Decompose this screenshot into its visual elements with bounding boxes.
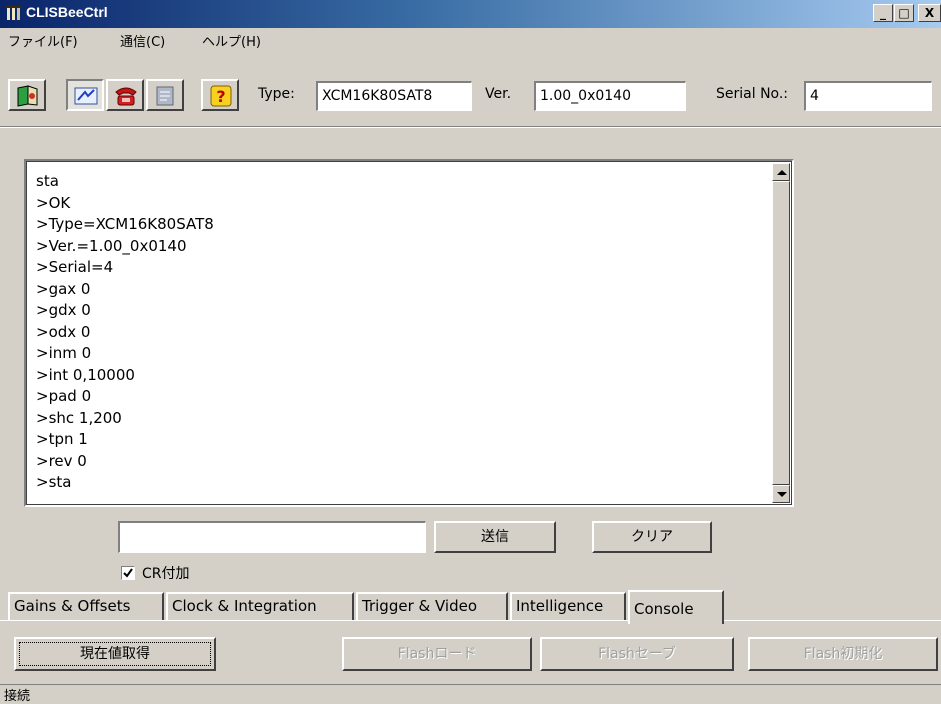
send-button[interactable]: 送信 (434, 521, 556, 553)
scroll-thumb[interactable] (772, 181, 790, 485)
document-icon (156, 86, 174, 106)
toolbar-divider (0, 126, 941, 128)
app-icon (6, 6, 22, 20)
checkmark-icon (123, 568, 133, 578)
scroll-up-button[interactable] (772, 163, 790, 181)
console-line: >Serial=4 (36, 258, 114, 276)
flash-save-button[interactable]: Flashセーブ (540, 637, 734, 671)
tab-clock-integration[interactable]: Clock & Integration (166, 592, 354, 620)
serial-field[interactable]: 4 (804, 81, 932, 111)
scroll-down-button[interactable] (772, 485, 790, 503)
tab-baseline (0, 620, 941, 622)
arrow-up-icon (777, 170, 787, 175)
console-line: >int 0,10000 (36, 365, 135, 384)
help-icon: ? (210, 85, 232, 107)
flash-init-button[interactable]: Flash初期化 (748, 637, 938, 671)
console-line: >odx 0 (36, 322, 91, 341)
tab-trigger-video[interactable]: Trigger & Video (356, 592, 508, 620)
document-button[interactable] (146, 79, 184, 111)
console-line: >tpn 1 (36, 430, 88, 448)
tab-intelligence[interactable]: Intelligence (510, 592, 626, 620)
close-button[interactable]: X (918, 4, 941, 22)
cr-checkbox[interactable] (121, 566, 135, 580)
connect-icon (17, 85, 38, 107)
console-lines: sta >OK >Type=XCM16K80SAT8 >Ver.=1.00_0x014… (36, 171, 214, 494)
help-button[interactable]: ? (201, 79, 239, 111)
console-line: >sta (36, 473, 72, 491)
cr-label: CR付加 (142, 566, 190, 582)
status-text: 接続 (4, 689, 31, 704)
console-scrollbar[interactable] (772, 163, 790, 503)
window-title: CLISBeeCtrl (26, 4, 108, 20)
clear-button[interactable]: クリア (592, 521, 712, 553)
console-output[interactable]: sta >OK >Type=XCM16K80SAT8 >Ver.=1.00_0x014… (24, 159, 794, 507)
flash-load-button[interactable]: Flashロード (342, 637, 532, 671)
version-field[interactable]: 1.00_0x0140 (534, 81, 686, 111)
toolbar: ? Type: XCM16K80SAT8 Ver. 1.00_0x0140 Se… (0, 72, 941, 118)
console-line: >inm 0 (36, 344, 92, 362)
phone-icon (115, 87, 137, 106)
status-bar: 接続 (0, 684, 941, 704)
menu-communication[interactable]: 通信(C) (120, 31, 165, 50)
console-line: >gax 0 (36, 279, 91, 298)
console-line: sta (36, 172, 59, 190)
version-label: Ver. (485, 86, 512, 102)
port-icon (74, 87, 98, 105)
console-line: >Type=XCM16K80SAT8 (36, 215, 214, 233)
svg-text:?: ? (216, 87, 225, 106)
command-input[interactable] (118, 521, 426, 553)
phone-button[interactable] (106, 79, 144, 111)
connect-button[interactable] (8, 79, 46, 111)
tab-console[interactable]: Console (628, 590, 724, 624)
title-bar: CLISBeeCtrl _ □ X (0, 0, 941, 28)
menu-bar: ファイル(F) 通信(C) ヘルプ(H) (0, 28, 941, 50)
get-current-values-button[interactable]: 現在値取得 (14, 637, 216, 671)
console-line: >Ver.=1.00_0x0140 (36, 236, 187, 255)
port-button[interactable] (66, 79, 104, 111)
maximize-button[interactable]: □ (894, 4, 914, 22)
serial-label: Serial No.: (716, 86, 789, 102)
console-line: >gdx 0 (36, 301, 91, 319)
console-line: >rev 0 (36, 451, 87, 470)
minimize-button[interactable]: _ (873, 4, 893, 22)
menu-file[interactable]: ファイル(F) (8, 31, 78, 50)
console-line: >OK (36, 193, 71, 212)
type-label: Type: (258, 86, 295, 102)
type-field[interactable]: XCM16K80SAT8 (316, 81, 472, 111)
console-line: >shc 1,200 (36, 408, 122, 427)
tab-gains-offsets[interactable]: Gains & Offsets (8, 592, 164, 620)
menu-help[interactable]: ヘルプ(H) (202, 31, 261, 50)
console-line: >pad 0 (36, 387, 92, 405)
arrow-down-icon (777, 492, 787, 497)
